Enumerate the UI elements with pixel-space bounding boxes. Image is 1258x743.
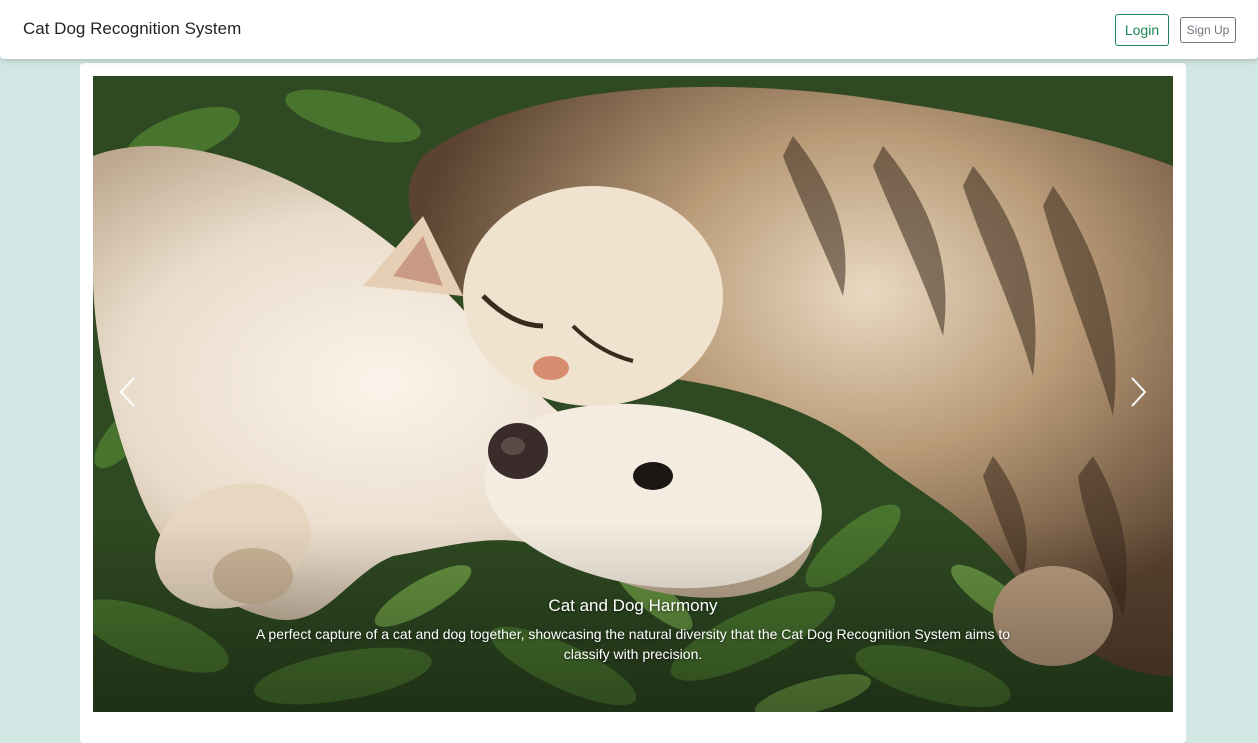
image-carousel: Cat and Dog Harmony A perfect capture of…	[93, 76, 1173, 712]
login-button[interactable]: Login	[1115, 14, 1169, 46]
content-card: Cat and Dog Harmony A perfect capture of…	[80, 63, 1186, 743]
caption-title: Cat and Dog Harmony	[548, 596, 718, 615]
caption-text: A perfect capture of a cat and dog toget…	[255, 626, 1011, 662]
chevron-left-icon	[119, 377, 135, 407]
brand-link[interactable]: Cat Dog Recognition System	[23, 19, 241, 39]
signup-button[interactable]: Sign Up	[1180, 17, 1236, 43]
top-navbar: Cat Dog Recognition System Login Sign Up	[0, 0, 1258, 59]
carousel-prev-control[interactable]	[103, 362, 153, 422]
carousel-next-control[interactable]	[1113, 362, 1163, 422]
chevron-right-icon	[1131, 377, 1147, 407]
carousel-caption: Cat and Dog Harmony A perfect capture of…	[253, 596, 1013, 664]
